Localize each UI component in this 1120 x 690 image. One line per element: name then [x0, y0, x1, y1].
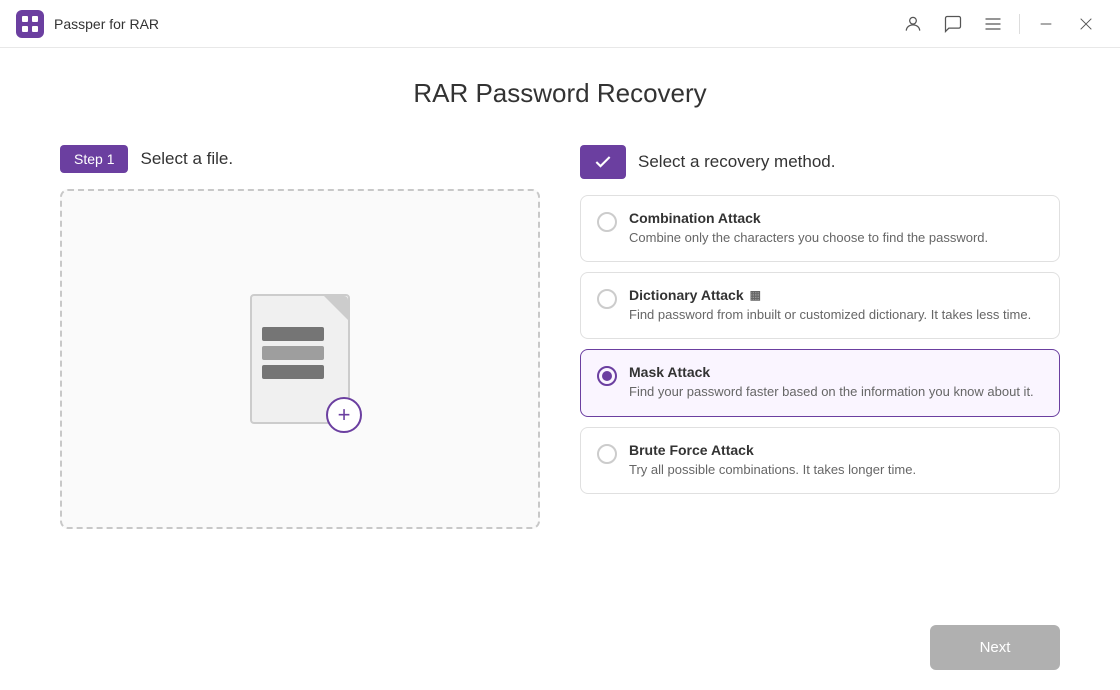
rar-bar-3	[262, 365, 324, 379]
step2-header: Select a recovery method.	[580, 145, 1060, 179]
step1-badge: Step 1	[60, 145, 128, 173]
app-icon	[16, 10, 44, 38]
titlebar-right	[895, 6, 1104, 42]
recovery-options: Combination Attack Combine only the char…	[580, 195, 1060, 494]
titlebar-separator	[1019, 14, 1020, 34]
step2-label: Select a recovery method.	[638, 152, 835, 172]
next-button[interactable]: Next	[930, 625, 1060, 670]
step1-header: Step 1 Select a file.	[60, 145, 540, 173]
rar-bars	[262, 327, 324, 379]
option-brute-title: Brute Force Attack	[629, 442, 916, 458]
option-brute[interactable]: Brute Force Attack Try all possible comb…	[580, 427, 1060, 494]
radio-dictionary[interactable]	[597, 289, 617, 309]
option-dictionary[interactable]: Dictionary Attack ▦ Find password from i…	[580, 272, 1060, 339]
menu-button[interactable]	[975, 6, 1011, 42]
dictionary-copy-icon: ▦	[750, 288, 761, 302]
radio-mask[interactable]	[597, 366, 617, 386]
add-file-plus[interactable]: +	[326, 397, 362, 433]
radio-mask-inner	[602, 371, 612, 381]
account-button[interactable]	[895, 6, 931, 42]
app-title-text: Passper for RAR	[54, 16, 159, 32]
option-mask-title: Mask Attack	[629, 364, 1034, 380]
minimize-button[interactable]	[1028, 6, 1064, 42]
right-column: Select a recovery method. Combination At…	[580, 145, 1060, 609]
option-mask[interactable]: Mask Attack Find your password faster ba…	[580, 349, 1060, 416]
step2-check-badge	[580, 145, 626, 179]
main-content: RAR Password Recovery Step 1 Select a fi…	[0, 48, 1120, 609]
option-mask-desc: Find your password faster based on the i…	[629, 383, 1034, 401]
titlebar: Passper for RAR	[0, 0, 1120, 48]
step1-label: Select a file.	[140, 149, 233, 169]
page-title: RAR Password Recovery	[60, 78, 1060, 109]
option-dictionary-title: Dictionary Attack ▦	[629, 287, 1031, 303]
option-combination-title: Combination Attack	[629, 210, 988, 226]
file-drop-zone[interactable]: +	[60, 189, 540, 529]
titlebar-left: Passper for RAR	[16, 10, 159, 38]
option-dictionary-text: Dictionary Attack ▦ Find password from i…	[629, 287, 1031, 324]
close-button[interactable]	[1068, 6, 1104, 42]
left-column: Step 1 Select a file. +	[60, 145, 540, 609]
rar-bar-1	[262, 327, 324, 341]
option-combination-text: Combination Attack Combine only the char…	[629, 210, 988, 247]
footer: Next	[0, 609, 1120, 690]
option-dictionary-desc: Find password from inbuilt or customized…	[629, 306, 1031, 324]
rar-file-icon: +	[240, 289, 360, 429]
radio-brute[interactable]	[597, 444, 617, 464]
chat-button[interactable]	[935, 6, 971, 42]
radio-combination[interactable]	[597, 212, 617, 232]
option-combination-desc: Combine only the characters you choose t…	[629, 229, 988, 247]
option-combination[interactable]: Combination Attack Combine only the char…	[580, 195, 1060, 262]
option-brute-desc: Try all possible combinations. It takes …	[629, 461, 916, 479]
main-columns: Step 1 Select a file. +	[60, 145, 1060, 609]
rar-bar-2	[262, 346, 324, 360]
option-mask-text: Mask Attack Find your password faster ba…	[629, 364, 1034, 401]
option-brute-text: Brute Force Attack Try all possible comb…	[629, 442, 916, 479]
